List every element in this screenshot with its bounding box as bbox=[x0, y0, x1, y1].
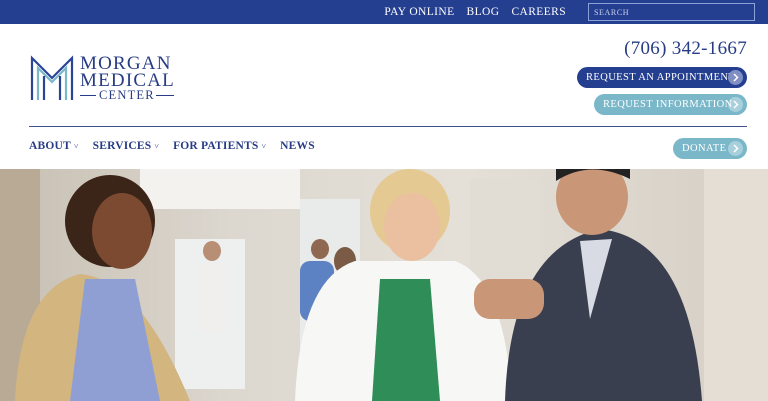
nav-item-for-patients[interactable]: FOR PATIENTS ˅ bbox=[173, 140, 266, 152]
nav-item-services[interactable]: SERVICES ˅ bbox=[93, 140, 159, 152]
blog-link[interactable]: BLOG bbox=[467, 6, 500, 18]
site-logo[interactable]: MORGAN MEDICAL CENTER bbox=[29, 53, 179, 103]
hero-image bbox=[0, 169, 768, 401]
chevron-right-circle-icon bbox=[728, 97, 743, 112]
utility-links: PAY ONLINE BLOG CAREERS bbox=[384, 0, 566, 24]
chevron-right-circle-icon bbox=[728, 141, 743, 156]
header-divider bbox=[29, 126, 747, 127]
phone-number[interactable]: (706) 342-1667 bbox=[624, 38, 747, 60]
nav-item-news[interactable]: NEWS bbox=[280, 140, 315, 152]
donate-button[interactable]: DONATE bbox=[673, 138, 747, 159]
nav-item-about[interactable]: ABOUT ˅ bbox=[29, 140, 79, 152]
nav-item-label: FOR PATIENTS bbox=[173, 140, 259, 152]
careers-link[interactable]: CAREERS bbox=[511, 6, 566, 18]
chevron-down-icon: ˅ bbox=[261, 141, 267, 151]
hero-photo bbox=[0, 169, 768, 401]
request-information-label: REQUEST INFORMATION bbox=[603, 99, 733, 110]
nav-item-label: SERVICES bbox=[92, 140, 152, 152]
request-appointment-label: REQUEST AN APPOINTMENT bbox=[586, 72, 736, 83]
logo-line-3: CENTER bbox=[99, 88, 155, 102]
search-input[interactable] bbox=[588, 3, 755, 21]
logo-rule-left bbox=[80, 95, 96, 96]
chevron-down-icon: ˅ bbox=[73, 141, 79, 151]
request-information-button[interactable]: REQUEST INFORMATION bbox=[594, 94, 747, 115]
nav-item-label: NEWS bbox=[280, 140, 315, 152]
chevron-down-icon: ˅ bbox=[154, 141, 160, 151]
m-monogram-icon bbox=[30, 55, 74, 100]
main-nav: ABOUT ˅ SERVICES ˅ FOR PATIENTS ˅ NEWS bbox=[29, 140, 315, 152]
utility-bar: PAY ONLINE BLOG CAREERS bbox=[0, 0, 768, 24]
donate-label: DONATE bbox=[682, 143, 727, 154]
logo-rule-right bbox=[156, 95, 174, 96]
request-appointment-button[interactable]: REQUEST AN APPOINTMENT bbox=[577, 67, 747, 88]
pay-online-link[interactable]: PAY ONLINE bbox=[384, 6, 454, 18]
nav-item-label: ABOUT bbox=[29, 140, 71, 152]
chevron-right-circle-icon bbox=[728, 70, 743, 85]
